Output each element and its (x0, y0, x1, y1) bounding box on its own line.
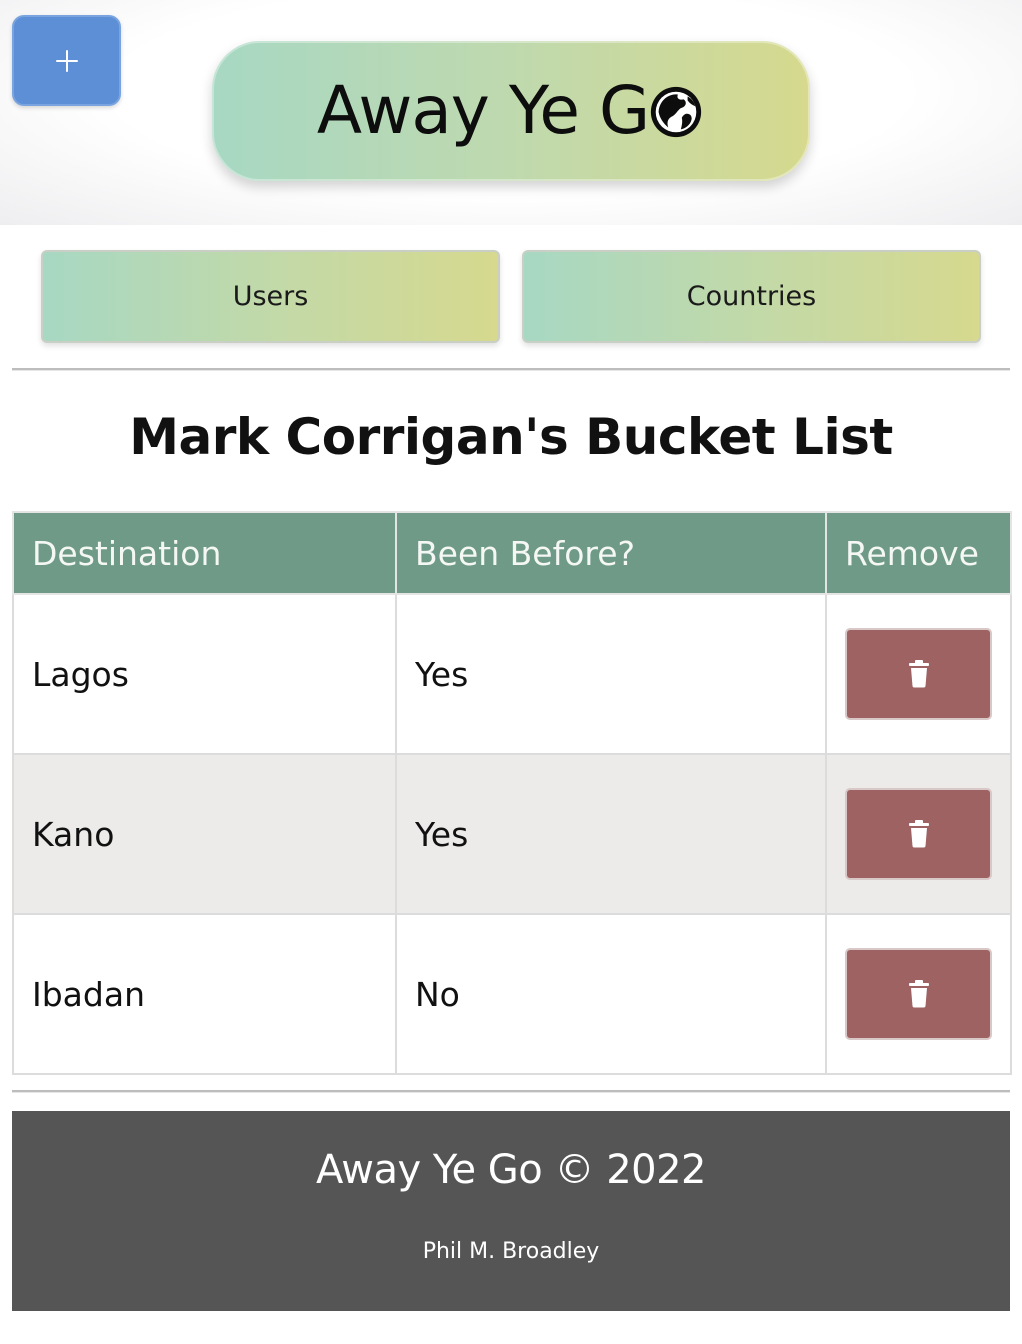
bucket-list-table: Destination Been Before? Remove Lagos Ye… (12, 511, 1012, 1075)
delete-button[interactable] (845, 788, 992, 880)
destination-cell: Ibadan (12, 913, 397, 1075)
delete-button[interactable] (845, 628, 992, 720)
logo-text-wrap: Away Ye G (317, 78, 705, 144)
been-before-cell: No (395, 913, 827, 1075)
delete-button[interactable] (845, 948, 992, 1040)
logo-text: Away Ye G (316, 72, 650, 149)
trash-icon (908, 660, 929, 688)
table-header-row: Destination Been Before? Remove (12, 511, 1012, 595)
table-row: Lagos Yes (12, 593, 1012, 755)
globe-icon (650, 86, 702, 138)
trash-icon (908, 820, 929, 848)
remove-cell (825, 753, 1012, 915)
plus-icon (55, 49, 78, 72)
remove-cell (825, 593, 1012, 755)
footer: Away Ye Go © 2022 Phil M. Broadley (12, 1111, 1010, 1311)
column-header-destination: Destination (12, 511, 397, 595)
column-header-remove: Remove (825, 511, 1012, 595)
page-title: Mark Corrigan's Bucket List (129, 408, 893, 466)
footer-title: Away Ye Go © 2022 (316, 1147, 707, 1193)
users-nav-button[interactable]: Users (41, 250, 500, 343)
table-row: Kano Yes (12, 753, 1012, 915)
been-before-cell: Yes (395, 753, 827, 915)
site-logo[interactable]: Away Ye G (212, 41, 810, 181)
destination-cell: Lagos (12, 593, 397, 755)
divider (12, 368, 1010, 370)
add-button[interactable] (12, 15, 121, 106)
been-before-cell: Yes (395, 593, 827, 755)
table-row: Ibadan No (12, 913, 1012, 1075)
footer-author: Phil M. Broadley (422, 1239, 600, 1264)
remove-cell (825, 913, 1012, 1075)
countries-nav-button[interactable]: Countries (522, 250, 981, 343)
destination-cell: Kano (12, 753, 397, 915)
trash-icon (908, 980, 929, 1008)
divider (12, 1090, 1010, 1092)
column-header-been-before: Been Before? (395, 511, 827, 595)
